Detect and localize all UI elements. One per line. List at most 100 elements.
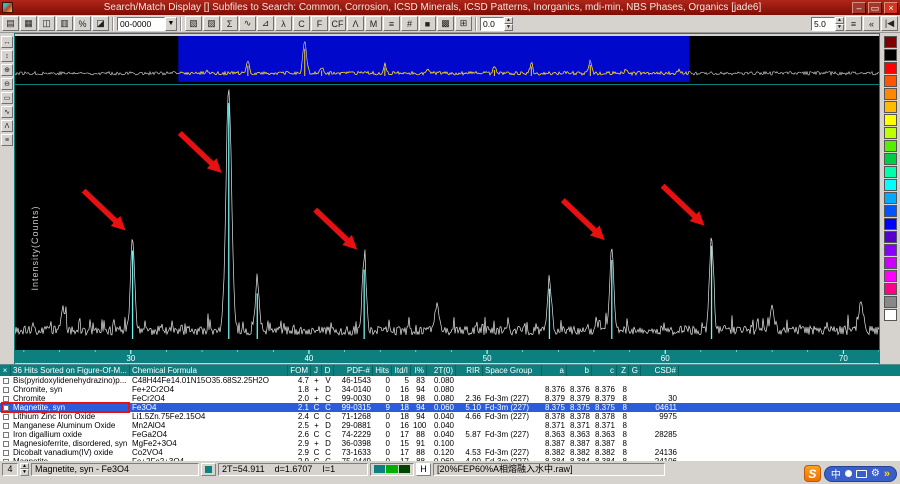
percent-icon[interactable]: % — [74, 16, 91, 31]
palette-swatch-7[interactable] — [883, 127, 897, 139]
sum-icon[interactable]: Σ — [221, 16, 238, 31]
palette-swatch-8[interactable] — [883, 140, 897, 152]
row-checkbox[interactable] — [0, 376, 11, 385]
palette-swatch-19[interactable] — [883, 283, 897, 295]
overlay-icon[interactable]: ▧ — [185, 16, 202, 31]
palette-swatch-20[interactable] — [883, 296, 897, 308]
first-page-icon[interactable]: « — [863, 16, 880, 31]
table-row[interactable]: Lithium Zinc Iron Oxide Li1.5Zn.75Fe2.15O… — [0, 412, 900, 421]
moon-icon[interactable] — [844, 470, 852, 477]
palette-swatch-2[interactable] — [883, 62, 897, 74]
table-row[interactable]: Iron digallium oxide FeGa2O4 2.6 C C 74-2229 0… — [0, 430, 900, 439]
settings-gear-icon[interactable]: ⚙ — [871, 468, 880, 479]
column-header-0[interactable]: 36 Hits Sorted on Figure-Of-M... — [11, 365, 130, 376]
hash-icon[interactable]: # — [401, 16, 418, 31]
print-icon[interactable]: ◫ — [38, 16, 55, 31]
list-icon[interactable]: ≡ — [383, 16, 400, 31]
row-checkbox[interactable] — [0, 385, 11, 394]
column-header-15[interactable]: Z — [617, 365, 629, 376]
column-header-8[interactable]: I% — [411, 365, 427, 376]
zoom-spinbox[interactable]: 5.0 ▲ ▼ — [811, 16, 844, 31]
table-row[interactable]: Magnetite, syn Fe3O4 2.1 C C 99-0315 9 18 94 0.06… — [0, 403, 900, 412]
zoom-in-icon[interactable]: ⊕ — [1, 64, 13, 76]
box-zoom-icon[interactable]: ▭ — [1, 92, 13, 104]
palette-swatch-5[interactable] — [883, 101, 897, 113]
column-header-4[interactable]: D — [322, 365, 334, 376]
peak-icon[interactable]: Λ — [1, 120, 13, 132]
ime-language-icon[interactable]: 中 — [831, 466, 841, 481]
column-header-10[interactable]: RIR — [456, 365, 483, 376]
column-header-5[interactable]: PDF-# — [334, 365, 373, 376]
row-checkbox[interactable] — [0, 448, 11, 457]
row-checkbox[interactable] — [0, 421, 11, 430]
spin-down-icon[interactable]: ▼ — [20, 469, 29, 476]
column-header-3[interactable]: J — [311, 365, 322, 376]
column-header-12[interactable]: a — [542, 365, 567, 376]
column-header-6[interactable]: Hits — [373, 365, 392, 376]
save-icon[interactable]: ▦ — [20, 16, 37, 31]
cf-button[interactable]: CF — [329, 16, 346, 31]
threshold-spinbox[interactable]: 0.0 ▲ ▼ — [480, 16, 513, 31]
palette-swatch-10[interactable] — [883, 166, 897, 178]
column-header-9[interactable]: 2T(0) — [427, 365, 456, 376]
row-checkbox[interactable] — [0, 457, 11, 461]
palette-swatch-21[interactable] — [883, 309, 897, 321]
palette-swatch-0[interactable] — [883, 36, 897, 48]
table-row[interactable]: Manganese Aluminum Oxide Mn2AlO4 2.5 + D 29-0… — [0, 421, 900, 430]
palette-swatch-12[interactable] — [883, 192, 897, 204]
palette-swatch-4[interactable] — [883, 88, 897, 100]
column-header-17[interactable]: CSD# — [641, 365, 679, 376]
overview-strip[interactable] — [15, 36, 879, 84]
minimize-button[interactable]: – — [852, 1, 866, 14]
column-header-7[interactable]: Itd/I — [392, 365, 411, 376]
palette-swatch-17[interactable] — [883, 257, 897, 269]
palette-swatch-16[interactable] — [883, 244, 897, 256]
row-checkbox[interactable] — [0, 439, 11, 448]
column-header-13[interactable]: b — [567, 365, 592, 376]
table-row[interactable]: Chromite FeCr2O4 2.0 + C 99-0030 0 18 98 0.080 2.3… — [0, 394, 900, 403]
table-row[interactable]: Magnesioferrite, disordered, syn MgFe2+3O… — [0, 439, 900, 448]
spin-down-icon[interactable]: ▼ — [835, 23, 844, 31]
zoom-out-icon[interactable]: ⊖ — [1, 78, 13, 90]
row-checkbox[interactable] — [0, 403, 11, 412]
palette-swatch-13[interactable] — [883, 205, 897, 217]
palette-swatch-1[interactable] — [883, 49, 897, 61]
window-icon[interactable]: ⊞ — [455, 16, 472, 31]
maximize-button[interactable]: ▭ — [868, 1, 882, 14]
smooth-icon[interactable]: ∿ — [239, 16, 256, 31]
xrd-plot[interactable] — [15, 85, 879, 351]
table-row[interactable]: Bis(pyridoxylidenehydrazino)p... C48H44Fe… — [0, 376, 900, 385]
column-header-16[interactable]: G — [629, 365, 641, 376]
threshold-spin-arrows[interactable]: ▲ ▼ — [504, 16, 513, 31]
highlight-toggle-button[interactable]: H — [416, 462, 431, 476]
zoom-x-icon[interactable]: ↔ — [1, 36, 13, 48]
palette-swatch-18[interactable] — [883, 270, 897, 282]
marker-toggle-button[interactable] — [201, 462, 216, 476]
zoom-spin-arrows[interactable]: ▲ ▼ — [835, 16, 844, 31]
trace-icon[interactable]: ∿ — [1, 106, 13, 118]
open-icon[interactable]: ▤ — [2, 16, 19, 31]
peaks-icon[interactable]: Λ — [347, 16, 364, 31]
chevron-down-icon[interactable]: ▼ — [165, 16, 177, 31]
keyboard-icon[interactable] — [855, 469, 867, 478]
background-icon[interactable]: ⊿ — [257, 16, 274, 31]
column-header-1[interactable]: Chemical Formula — [130, 365, 288, 376]
palette-swatch-6[interactable] — [883, 114, 897, 126]
palette-swatch-9[interactable] — [883, 153, 897, 165]
column-header-14[interactable]: c — [592, 365, 617, 376]
close-button[interactable]: × — [884, 1, 898, 14]
column-header-2[interactable]: FOM — [288, 365, 311, 376]
spin-up-icon[interactable]: ▲ — [504, 16, 513, 24]
layers-icon[interactable]: ≡ — [1, 134, 13, 146]
row-checkbox[interactable] — [0, 394, 11, 403]
solid-icon[interactable]: ■ — [419, 16, 436, 31]
copy-icon[interactable]: ▥ — [56, 16, 73, 31]
spin-up-icon[interactable]: ▲ — [835, 16, 844, 24]
zoom-value[interactable]: 5.0 — [811, 16, 835, 31]
table-row[interactable]: MagnetiteFe+2Fe2+3O42.9CC75-0449017880.0… — [0, 457, 900, 461]
c-button[interactable]: C — [293, 16, 310, 31]
palette-swatch-11[interactable] — [883, 179, 897, 191]
kalpha-icon[interactable]: λ — [275, 16, 292, 31]
spin-down-icon[interactable]: ▼ — [504, 23, 513, 31]
main-plot-area[interactable]: Intensity(Counts) — [15, 84, 879, 350]
